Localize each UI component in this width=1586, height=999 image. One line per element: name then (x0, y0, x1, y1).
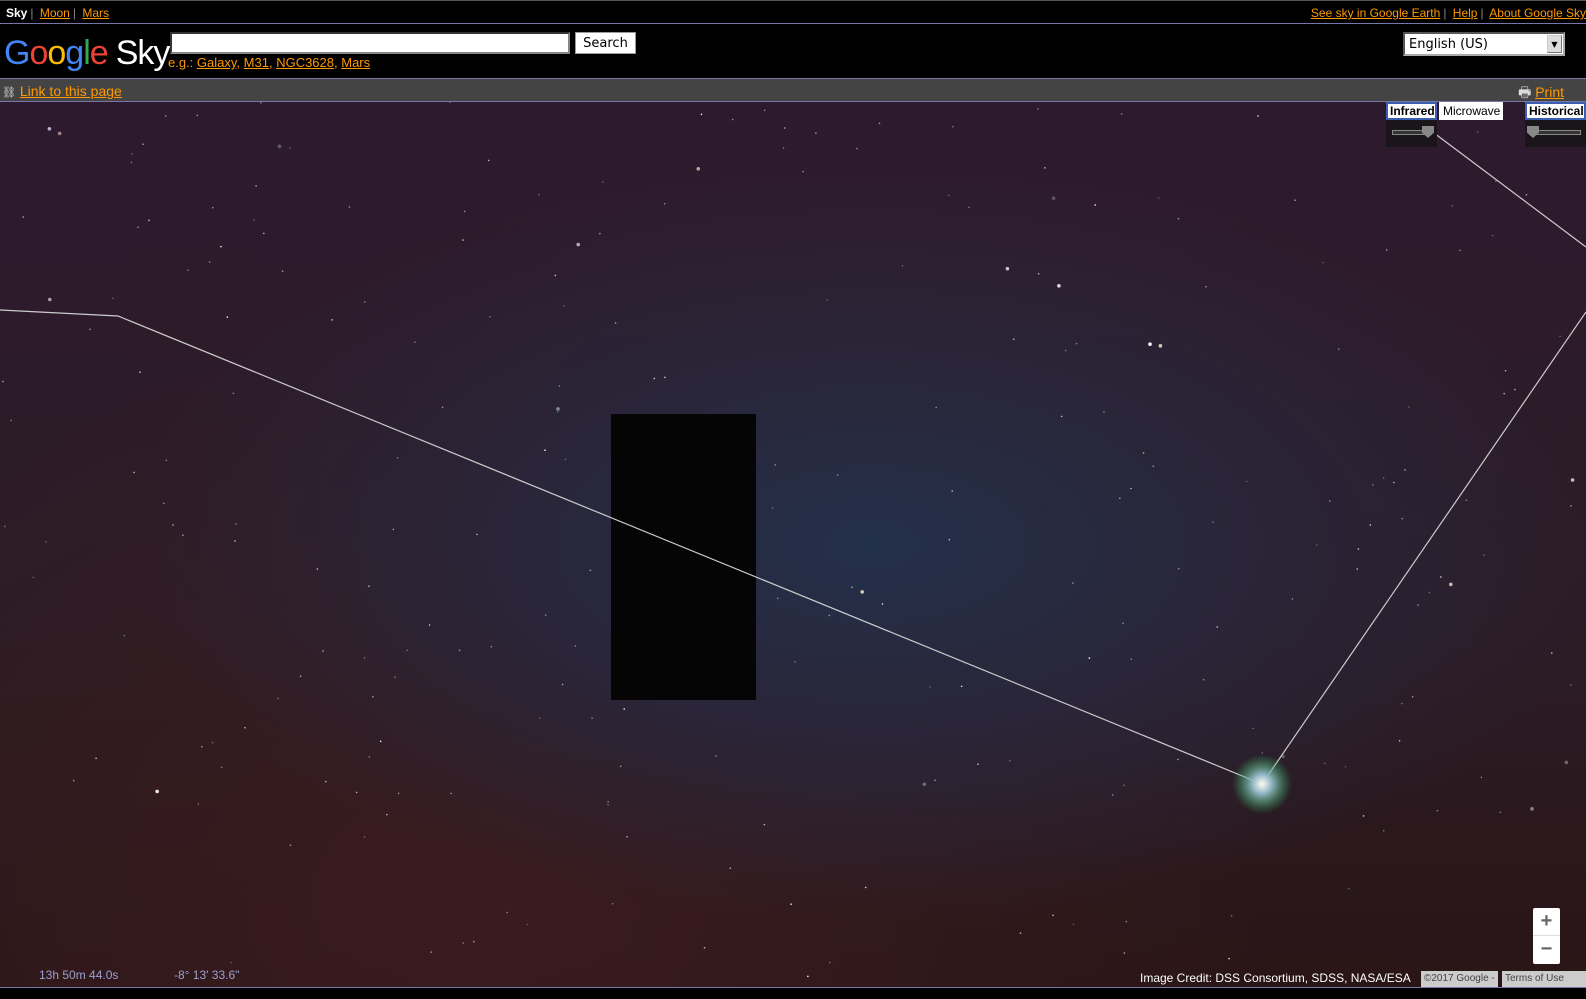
printer-icon: 🖶 (1518, 84, 1532, 100)
microwave-button[interactable]: Microwave (1439, 102, 1503, 120)
example-galaxy[interactable]: Galaxy (197, 55, 237, 70)
search-button[interactable]: Search (575, 32, 636, 54)
image-credit: Image Credit: DSS Consortium, SDSS, NASA… (1140, 971, 1411, 985)
bottom-border (0, 987, 1586, 999)
infrared-slider[interactable] (1386, 120, 1437, 147)
example-ngc3628[interactable]: NGC3628 (276, 55, 334, 70)
infrared-button[interactable]: Infrared (1386, 102, 1437, 120)
link-icon: ⛓ (2, 87, 16, 99)
header: Google Sky Search e.g.: Galaxy, M31, NGC3… (0, 24, 1586, 78)
about-link[interactable]: About Google Sky (1489, 6, 1586, 20)
language-select[interactable]: English (US) ▼ (1403, 32, 1565, 56)
declination: -8° 13' 33.6" (174, 968, 240, 982)
right-ascension: 13h 50m 44.0s (39, 968, 119, 982)
sky-map[interactable]: Infrared Microwave Historical (0, 102, 1586, 987)
slider-thumb[interactable] (1422, 126, 1434, 138)
example-m31[interactable]: M31 (244, 55, 269, 70)
chevron-down-icon[interactable]: ▼ (1547, 35, 1562, 53)
google-sky-logo: Google Sky (4, 34, 170, 72)
help-link[interactable]: Help (1453, 6, 1478, 20)
nav-moon[interactable]: Moon (40, 6, 70, 20)
google-earth-link[interactable]: See sky in Google Earth (1311, 6, 1440, 20)
zoom-out-button[interactable]: − (1533, 936, 1560, 964)
historical-slider[interactable] (1525, 120, 1586, 147)
example-mars[interactable]: Mars (341, 55, 370, 70)
link-to-page[interactable]: Link to this page (20, 83, 122, 99)
top-nav: Sky | Moon | Mars See sky in Google Earth |… (0, 0, 1586, 24)
nav-sky: Sky (6, 6, 28, 20)
search-input[interactable] (170, 32, 570, 54)
slider-thumb[interactable] (1527, 126, 1539, 138)
terms-link[interactable]: Terms of Use (1502, 971, 1586, 987)
nav-mars[interactable]: Mars (82, 6, 109, 20)
constellation-lines (0, 129, 1586, 814)
zoom-control: + − (1533, 908, 1560, 964)
copyright: ©2017 Google - (1421, 971, 1498, 987)
historical-button[interactable]: Historical (1525, 102, 1586, 120)
zoom-in-button[interactable]: + (1533, 908, 1560, 936)
print-link[interactable]: Print (1535, 84, 1564, 100)
link-bar: ⛓ Link to this page 🖶 Print (0, 78, 1586, 102)
search-examples: e.g.: Galaxy, M31, NGC3628, Mars (168, 55, 371, 70)
